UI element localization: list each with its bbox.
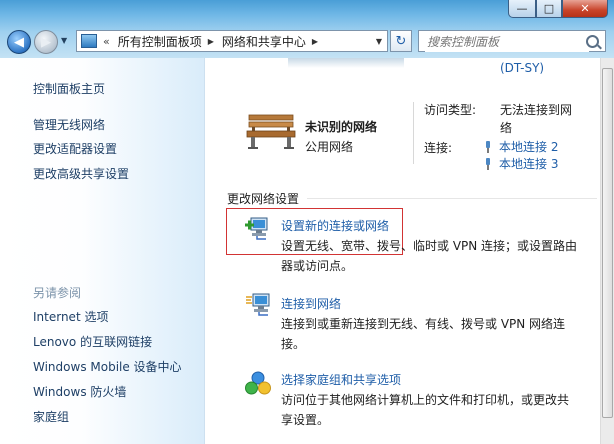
address-bar[interactable]: « 所有控制面板项 ▶ 网络和共享中心 ▶ ▼ [76, 30, 388, 52]
vertical-scrollbar[interactable] [600, 58, 614, 444]
window-controls: — □ ✕ [508, 0, 608, 20]
desc-line: 设置无线、宽带、拨号、临时或 VPN 连接；或设置路由 [281, 239, 578, 253]
windows-firewall-link[interactable]: Windows 防火墙 [33, 383, 126, 400]
connections-label: 连接: [424, 141, 453, 155]
ethernet-plug-icon [485, 140, 491, 153]
section-divider [307, 198, 597, 199]
setup-new-connection-link[interactable]: 设置新的连接或网络 [281, 217, 389, 234]
connect-to-network-desc: 连接到或重新连接到无线、有线、拨号或 VPN 网络连 接。 [281, 314, 581, 354]
connect-to-network-icon [246, 293, 270, 316]
network-name: 未识别的网络 [305, 120, 378, 134]
public-network-bench-icon [246, 114, 296, 149]
chevron-down-icon: ▼ [61, 36, 68, 45]
lenovo-links-link[interactable]: Lenovo 的互联网链接 [33, 333, 152, 350]
control-panel-icon [81, 34, 97, 48]
connection-label: 本地连接 3 [499, 157, 559, 171]
recent-pages-dropdown[interactable]: ▼ [61, 36, 67, 45]
desc-line: 器或访问点。 [281, 259, 354, 273]
breadcrumb-arrow-icon[interactable]: ▶ [312, 37, 318, 46]
search-box[interactable] [418, 30, 606, 52]
back-arrow-icon: ◀ [14, 34, 24, 50]
access-type-value-cont: 络 [500, 121, 513, 135]
desc-line: 连接到或重新连接到无线、有线、拨号或 VPN 网络连 [281, 317, 566, 331]
ethernet-plug-icon [485, 157, 491, 170]
network-info-divider [413, 102, 414, 164]
refresh-button[interactable]: ↻ [390, 30, 412, 52]
breadcrumb-label: 所有控制面板项 [117, 34, 202, 49]
connection-link-1[interactable]: 本地连接 2 [485, 138, 558, 155]
breadcrumb-network-sharing-center[interactable]: 网络和共享中心 ▶ [222, 33, 318, 50]
homegroup-sharing-link[interactable]: 选择家庭组和共享选项 [281, 371, 401, 388]
connect-to-network-link[interactable]: 连接到网络 [281, 295, 341, 312]
windows-mobile-center-link[interactable]: Windows Mobile 设备中心 [33, 358, 182, 375]
forward-button[interactable]: ▶ [34, 30, 58, 54]
change-adapter-settings-link[interactable]: 更改适配器设置 [33, 140, 117, 157]
forward-arrow-icon: ▶ [41, 34, 51, 50]
setup-new-connection-desc: 设置无线、宽带、拨号、临时或 VPN 连接；或设置路由 器或访问点。 [281, 236, 581, 276]
scrollbar-thumb[interactable] [602, 68, 613, 418]
change-network-settings-heading: 更改网络设置 [227, 192, 300, 206]
desc-line: 接。 [281, 337, 306, 351]
back-button[interactable]: ◀ [7, 30, 31, 54]
desc-line: 享设置。 [281, 413, 330, 427]
search-input[interactable] [425, 32, 589, 52]
minimize-button[interactable]: — [508, 0, 536, 18]
network-type-link[interactable]: 公用网络 [305, 138, 353, 155]
homegroup-sharing-desc: 访问位于其他网络计算机上的文件和打印机，或更改共 享设置。 [281, 390, 581, 430]
breadcrumb-arrow-icon[interactable]: ▶ [208, 37, 214, 46]
computer-name-truncated[interactable]: (DT-SY) [500, 61, 544, 75]
close-button[interactable]: ✕ [562, 0, 608, 18]
search-icon[interactable] [586, 35, 599, 48]
maximize-button[interactable]: □ [536, 0, 562, 18]
refresh-icon: ↻ [395, 33, 407, 49]
chevron-down-icon: ▼ [375, 36, 383, 46]
breadcrumb-overflow[interactable]: « [103, 35, 110, 48]
change-advanced-sharing-link[interactable]: 更改高级共享设置 [33, 165, 129, 182]
network-map-fade [288, 58, 404, 68]
desc-line: 访问位于其他网络计算机上的文件和打印机，或更改共 [281, 393, 570, 407]
homegroup-sharing-icon [245, 371, 271, 395]
breadcrumb-label: 网络和共享中心 [221, 34, 306, 49]
breadcrumb-all-control-panel-items[interactable]: 所有控制面板项 ▶ [118, 33, 214, 50]
access-type-label: 访问类型: [424, 103, 477, 117]
manage-wireless-networks-link[interactable]: 管理无线网络 [33, 116, 105, 133]
address-dropdown[interactable]: ▼ [371, 31, 387, 51]
connection-link-2[interactable]: 本地连接 3 [485, 155, 558, 172]
connection-label: 本地连接 2 [499, 140, 559, 154]
control-panel-home-link[interactable]: 控制面板主页 [33, 80, 105, 97]
see-also-heading: 另请参阅 [33, 286, 82, 300]
internet-options-link[interactable]: Internet 选项 [33, 308, 108, 325]
homegroup-link[interactable]: 家庭组 [33, 408, 69, 425]
access-type-value: 无法连接到网 [500, 103, 573, 117]
